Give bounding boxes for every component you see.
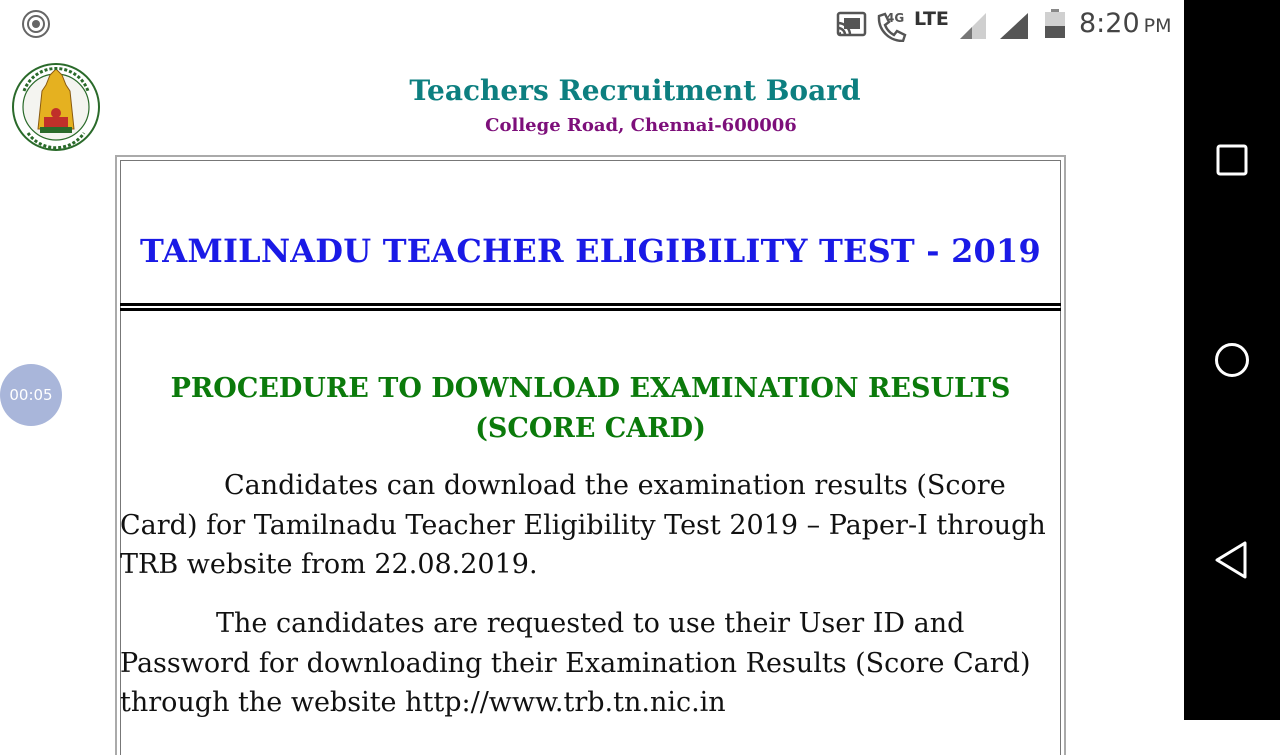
status-bar: 4G LTE 8:20 PM	[0, 0, 1184, 50]
divider	[120, 308, 1061, 311]
clock: 8:20 PM	[1079, 8, 1172, 39]
org-address: College Road, Chennai-600006	[485, 115, 797, 136]
divider	[120, 303, 1061, 306]
org-title: Teachers Recruitment Board	[409, 74, 861, 107]
tamilnadu-emblem-icon	[12, 63, 100, 151]
procedure-heading: PROCEDURE TO DOWNLOAD EXAMINATION RESULT…	[170, 373, 1011, 444]
paragraph-login-instructions: The candidates are requested to use thei…	[120, 608, 1031, 718]
battery-icon	[1045, 9, 1065, 38]
exam-title: TAMILNADU TEACHER ELIGIBILITY TEST - 201…	[140, 232, 1041, 270]
wifi-call-icon: 4G	[877, 11, 907, 42]
signal-icon	[960, 13, 986, 39]
home-icon[interactable]	[1214, 342, 1250, 378]
content-frame: TAMILNADU TEACHER ELIGIBILITY TEST - 201…	[115, 155, 1066, 755]
lte-label: LTE	[914, 8, 949, 30]
signal-icon	[1000, 13, 1028, 39]
clock-time: 8:20	[1079, 8, 1140, 39]
recording-timer[interactable]: 00:05	[0, 364, 62, 426]
cast-icon	[836, 11, 867, 37]
paragraph-results-download: Candidates can download the examination …	[120, 470, 1046, 580]
recent-apps-icon[interactable]	[1216, 144, 1248, 176]
screen-record-icon[interactable]	[21, 9, 51, 39]
navigation-bar	[1184, 0, 1280, 720]
clock-ampm: PM	[1143, 15, 1172, 37]
svg-text:4G: 4G	[886, 11, 904, 25]
back-icon[interactable]	[1214, 540, 1248, 580]
